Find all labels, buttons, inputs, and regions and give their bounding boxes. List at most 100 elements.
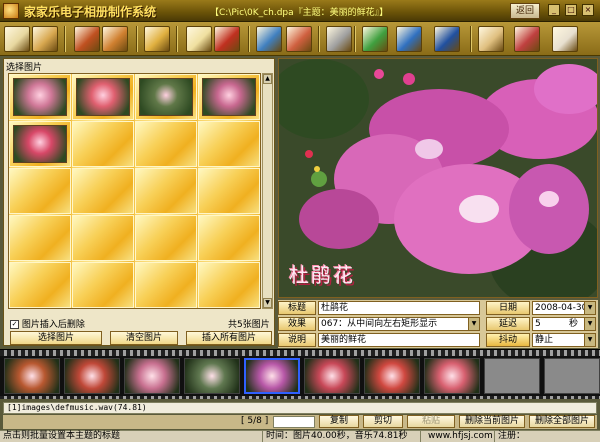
photo-thumb-5[interactable] xyxy=(13,125,67,163)
grid-cell[interactable] xyxy=(135,168,197,214)
photo-preview[interactable]: 杜鹃花 xyxy=(278,58,598,298)
copy-button[interactable]: 复制 xyxy=(319,415,359,428)
palette-icon[interactable] xyxy=(514,26,540,52)
delete-page-icon[interactable] xyxy=(214,26,240,52)
toolbar-separator xyxy=(248,26,250,52)
screen-icon[interactable] xyxy=(434,26,460,52)
film-frame-5[interactable] xyxy=(244,358,300,394)
frame-icon[interactable] xyxy=(144,26,170,52)
delay-value: 5 xyxy=(535,319,541,329)
delay-label: 延迟 xyxy=(486,317,530,331)
title-label[interactable]: 标题 xyxy=(278,301,316,315)
minimize-button[interactable]: _ xyxy=(548,4,560,16)
grid-cell[interactable] xyxy=(135,262,197,308)
grid-cell[interactable] xyxy=(9,121,71,167)
toolbar-separator xyxy=(318,26,320,52)
thumbnail-grid xyxy=(8,73,261,309)
grid-cell[interactable] xyxy=(198,215,260,261)
grid-cell[interactable] xyxy=(72,168,134,214)
chevron-down-icon[interactable]: ▼ xyxy=(584,334,595,346)
film-frame-4[interactable] xyxy=(184,358,240,394)
tools-icon[interactable] xyxy=(478,26,504,52)
grid-cell[interactable] xyxy=(9,262,71,308)
delay-select[interactable]: 5 秒 ▼ xyxy=(532,317,596,331)
grid-cell[interactable] xyxy=(9,215,71,261)
film-frame-2[interactable] xyxy=(64,358,120,394)
grid-cell[interactable] xyxy=(198,74,260,120)
grid-cell[interactable] xyxy=(135,74,197,120)
film-frame-1[interactable] xyxy=(4,358,60,394)
grid-cell[interactable] xyxy=(198,262,260,308)
photo-thumb-3[interactable] xyxy=(139,78,193,116)
description-field[interactable]: 美丽的鲜花 xyxy=(318,333,480,347)
install-icon[interactable] xyxy=(362,26,388,52)
add-page-icon[interactable] xyxy=(186,26,212,52)
close-button[interactable]: × xyxy=(582,4,594,16)
empty-film-frame[interactable] xyxy=(544,358,600,394)
insert-all-button[interactable]: 插入所有图片 xyxy=(186,331,272,345)
photo-thumb-2[interactable] xyxy=(76,78,130,116)
back-button[interactable]: 返回 xyxy=(510,3,540,19)
grid-cell[interactable] xyxy=(72,121,134,167)
delete-current-picture-button[interactable]: 删除当前图片 xyxy=(459,415,525,428)
date-value: 2008-04-30 xyxy=(535,303,588,313)
grid-cell[interactable] xyxy=(72,262,134,308)
effects-icon[interactable] xyxy=(286,26,312,52)
status-divider xyxy=(420,431,421,442)
toolbar-separator xyxy=(136,26,138,52)
save-icon[interactable] xyxy=(74,26,100,52)
save-as-icon[interactable] xyxy=(102,26,128,52)
delete-after-insert-checkbox[interactable]: ✓ xyxy=(10,320,19,329)
select-picture-panel: 选择图片 ▲ ▼ ✓ 图片插入后删除 共5张图片 选择图片 清空图片 插入所有图… xyxy=(3,58,275,346)
chevron-down-icon[interactable]: ▼ xyxy=(584,318,595,330)
grid-cell[interactable] xyxy=(198,168,260,214)
photo-caption: 杜鹃花 xyxy=(289,263,355,287)
select-pictures-button[interactable]: 选择图片 xyxy=(10,331,102,345)
edit-icon[interactable] xyxy=(256,26,282,52)
status-divider xyxy=(494,431,495,442)
grid-cell[interactable] xyxy=(72,74,134,120)
new-album-icon[interactable] xyxy=(4,26,30,52)
title-field[interactable]: 杜鹃花 xyxy=(318,301,480,315)
chevron-down-icon[interactable]: ▼ xyxy=(468,318,479,330)
document-info: 【C:\Pic\0K_ch.dpa『主题：美丽的鲜花』】 xyxy=(210,8,389,18)
open-album-icon[interactable] xyxy=(32,26,58,52)
toolbar xyxy=(0,22,600,56)
checkbox-label: 图片插入后删除 xyxy=(21,320,85,330)
film-frame-6[interactable] xyxy=(304,358,360,394)
grid-cell[interactable] xyxy=(72,215,134,261)
grid-cell[interactable] xyxy=(9,74,71,120)
scroll-down-icon[interactable]: ▼ xyxy=(263,298,272,308)
film-frame-8[interactable] xyxy=(424,358,480,394)
music-icon[interactable] xyxy=(326,26,352,52)
grid-cell[interactable] xyxy=(9,168,71,214)
film-frame-7[interactable] xyxy=(364,358,420,394)
maximize-button[interactable]: □ xyxy=(565,4,577,16)
toolbar-separator xyxy=(354,26,356,52)
shake-select[interactable]: 静止 ▼ xyxy=(532,333,596,347)
export-icon[interactable] xyxy=(396,26,422,52)
grid-cell[interactable] xyxy=(135,215,197,261)
title-bar: 家家乐电子相册制作系统 【C:\Pic\0K_ch.dpa『主题：美丽的鲜花』】… xyxy=(0,0,600,22)
filmstrip-frames xyxy=(0,356,600,396)
music-file[interactable]: [1]images\defmusic.wav(74.81) xyxy=(3,402,597,414)
film-frame-3[interactable] xyxy=(124,358,180,394)
cut-button[interactable]: 剪切 xyxy=(363,415,403,428)
date-picker[interactable]: 2008-04-30 ▼ xyxy=(532,301,596,315)
scroll-up-icon[interactable]: ▲ xyxy=(263,74,272,84)
photo-thumb-4[interactable] xyxy=(202,78,256,116)
grid-cell[interactable] xyxy=(198,121,260,167)
page-scroller[interactable] xyxy=(273,416,315,428)
empty-film-frame[interactable] xyxy=(484,358,540,394)
thumbnail-scrollbar[interactable]: ▲ ▼ xyxy=(262,73,273,309)
effect-select[interactable]: 067：从中间向左右矩形显示 ▼ xyxy=(318,317,480,331)
preview-icon[interactable] xyxy=(552,26,578,52)
shake-button[interactable]: 抖动 xyxy=(486,333,530,347)
grid-cell[interactable] xyxy=(135,121,197,167)
clear-pictures-button[interactable]: 清空图片 xyxy=(110,331,178,345)
chevron-down-icon[interactable]: ▼ xyxy=(584,302,595,314)
photo-thumb-1[interactable] xyxy=(13,78,67,116)
delete-after-insert-option[interactable]: ✓ 图片插入后删除 xyxy=(10,317,85,330)
paste-button[interactable]: 粘贴 xyxy=(407,415,455,428)
delete-all-pictures-button[interactable]: 删除全部图片 xyxy=(529,415,595,428)
